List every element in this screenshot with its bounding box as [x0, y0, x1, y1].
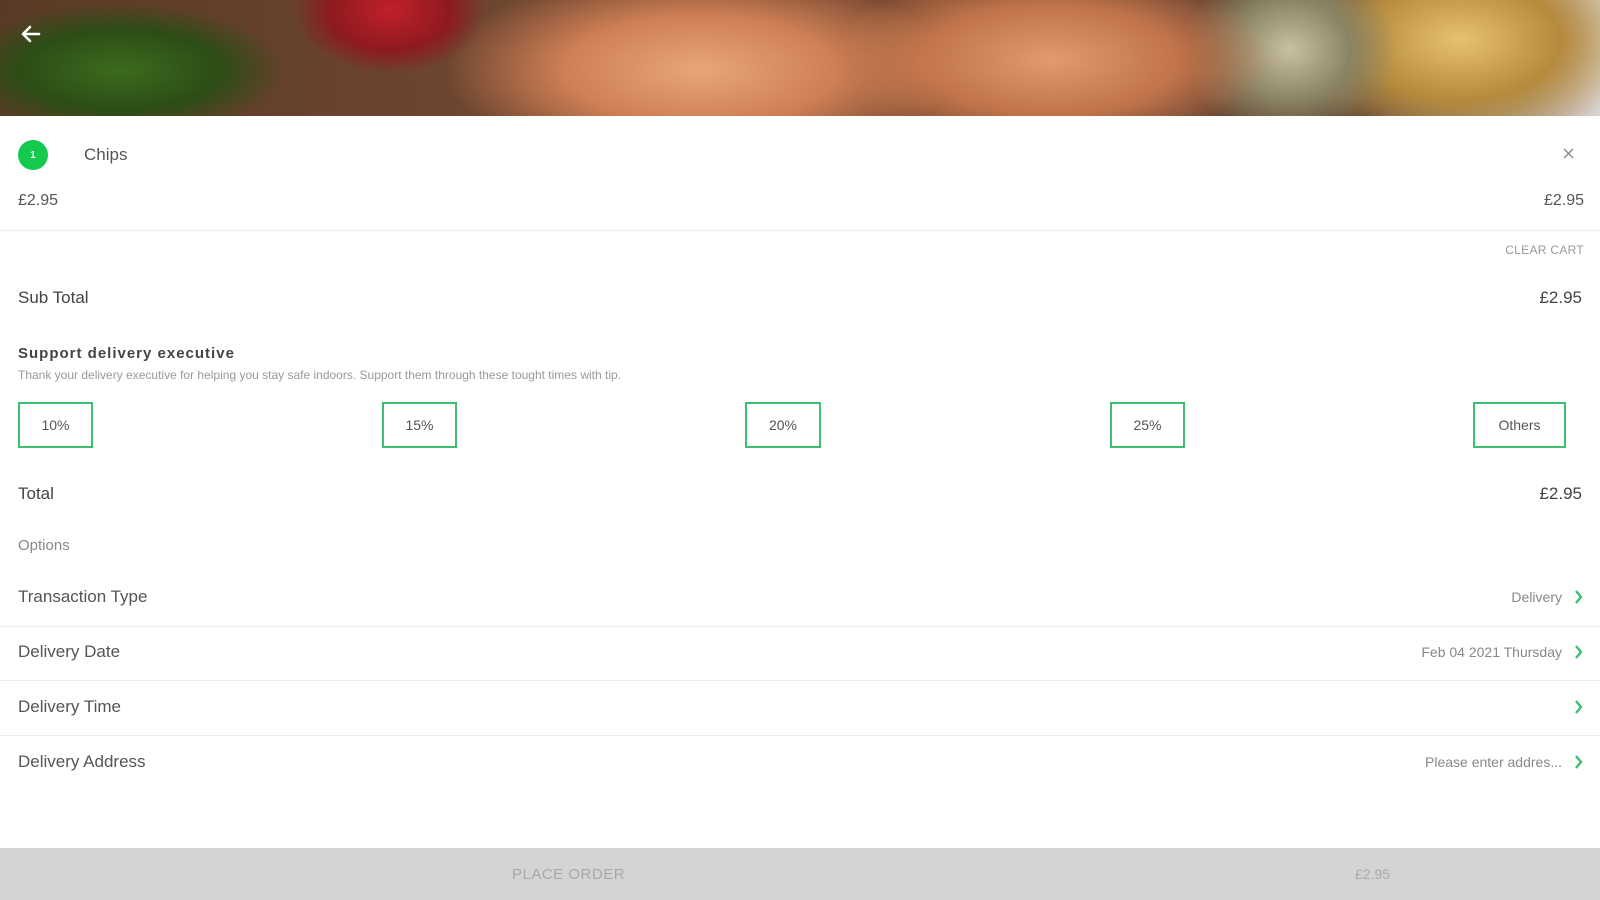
delivery-address-row[interactable]: Delivery Address Please enter addres...: [18, 747, 1584, 777]
footer-total: £2.95: [1355, 866, 1391, 882]
chevron-right-icon: [1574, 645, 1584, 659]
clear-cart-button[interactable]: CLEAR CART: [1505, 243, 1584, 257]
item-quantity-badge: 1: [18, 140, 48, 170]
divider: [0, 735, 1600, 736]
tip-option-others[interactable]: Others: [1473, 402, 1566, 448]
item-name: Chips: [84, 145, 128, 164]
tip-option-10[interactable]: 10%: [18, 402, 93, 448]
item-unit-price: £2.95: [18, 192, 59, 209]
remove-item-button[interactable]: [1563, 146, 1574, 164]
options-heading: Options: [18, 537, 70, 554]
tip-description: Thank your delivery executive for helpin…: [18, 368, 621, 382]
back-button[interactable]: [14, 18, 46, 50]
delivery-time-row[interactable]: Delivery Time: [18, 692, 1584, 722]
transaction-type-label: Transaction Type: [18, 587, 148, 606]
arrow-left-icon: [21, 25, 41, 43]
tip-option-15[interactable]: 15%: [382, 402, 457, 448]
tip-option-20[interactable]: 20%: [745, 402, 821, 448]
transaction-type-value: Delivery: [1511, 589, 1562, 605]
delivery-address-value: Please enter addres...: [1425, 754, 1562, 770]
item-line-total: £2.95: [1543, 192, 1584, 209]
divider: [0, 680, 1600, 681]
checkout-footer: PLACE ORDER £2.95: [0, 848, 1600, 900]
delivery-time-label: Delivery Time: [18, 697, 121, 716]
delivery-address-label: Delivery Address: [18, 752, 146, 771]
total-value: £2.95: [1539, 484, 1582, 503]
hero-image: [0, 0, 1600, 116]
subtotal-label: Sub Total: [18, 288, 89, 307]
delivery-date-label: Delivery Date: [18, 642, 121, 661]
chevron-right-icon: [1574, 590, 1584, 604]
subtotal-row: Sub Total £2.95: [18, 288, 1582, 308]
subtotal-value: £2.95: [1539, 288, 1582, 307]
place-order-button[interactable]: PLACE ORDER: [512, 866, 625, 883]
divider: [0, 230, 1600, 231]
close-icon: [1563, 148, 1574, 159]
chevron-right-icon: [1574, 700, 1584, 714]
delivery-date-value: Feb 04 2021 Thursday: [1421, 644, 1562, 660]
total-label: Total: [18, 484, 54, 503]
transaction-type-row[interactable]: Transaction Type Delivery: [18, 582, 1584, 612]
tip-option-25[interactable]: 25%: [1110, 402, 1185, 448]
chevron-right-icon: [1574, 755, 1584, 769]
tip-title: Support delivery executive: [18, 345, 235, 362]
cart-item: 1 Chips: [18, 140, 1584, 170]
total-row: Total £2.95: [18, 484, 1582, 504]
item-price-row: £2.95 £2.95: [18, 192, 1584, 216]
delivery-date-row[interactable]: Delivery Date Feb 04 2021 Thursday: [18, 637, 1584, 667]
divider: [0, 626, 1600, 627]
